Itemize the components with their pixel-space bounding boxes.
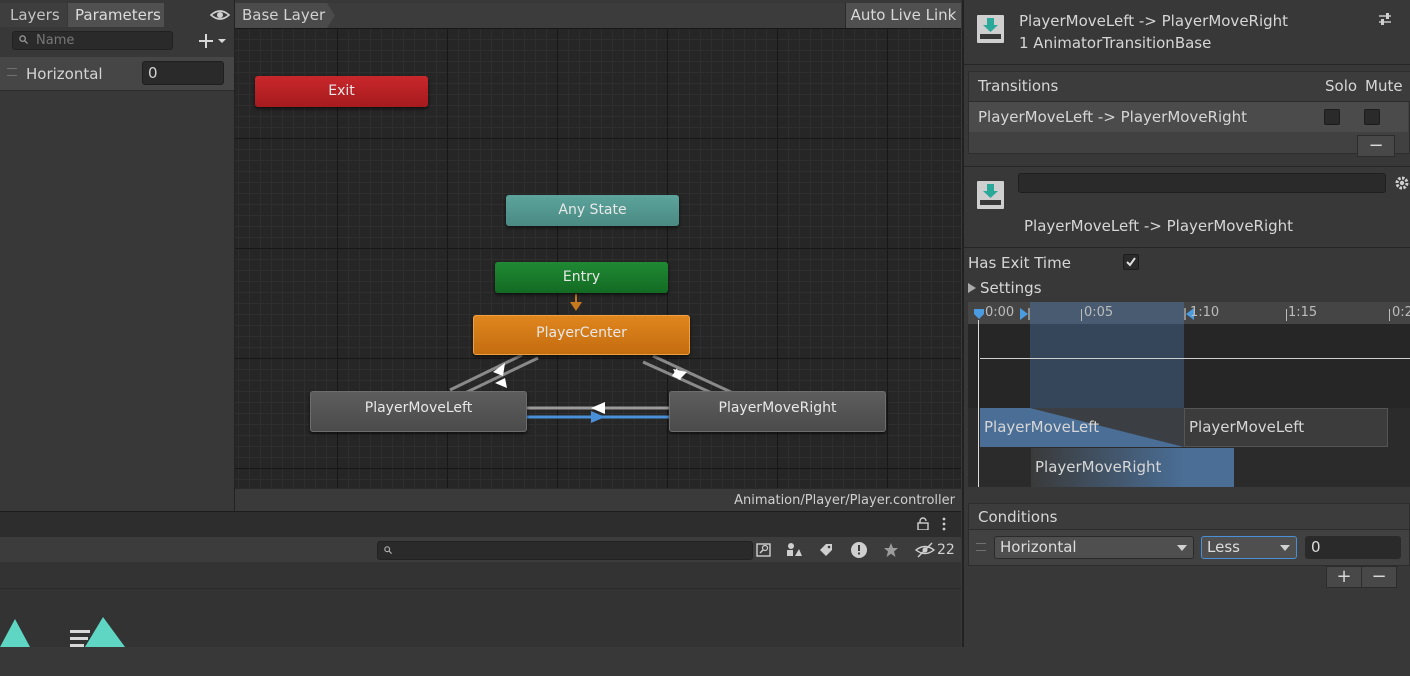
auto-live-link-button[interactable]: Auto Live Link [845, 3, 961, 28]
breadcrumb-label: Base Layer [242, 6, 326, 24]
hidden-packages-icon[interactable] [914, 540, 936, 560]
warning-icon[interactable] [850, 540, 868, 560]
transitions-header-label: Transitions [978, 77, 1059, 95]
sliders-icon[interactable] [1377, 11, 1393, 27]
project-tab-bar [0, 511, 961, 537]
remove-condition-button[interactable]: − [1361, 566, 1397, 588]
solo-header: Solo [1325, 77, 1358, 95]
transition-start-marker-icon[interactable] [1020, 308, 1030, 320]
destination-state-label: PlayerMoveRight [1035, 458, 1162, 476]
add-parameter-button[interactable] [196, 30, 232, 52]
entry-arrow-icon [570, 302, 582, 311]
mute-header: Mute [1365, 77, 1403, 95]
breadcrumb[interactable]: Base Layer [235, 3, 335, 28]
controller-path: Animation/Player/Player.controller [734, 493, 955, 508]
eye-icon[interactable] [209, 5, 231, 25]
node-player-move-left[interactable]: PlayerMoveLeft [310, 391, 527, 432]
search-icon [384, 546, 392, 554]
parameter-name: Horizontal [26, 65, 103, 83]
parameter-search-input[interactable]: Name [12, 31, 173, 50]
chevron-down-icon [1177, 545, 1187, 551]
inspector-title: PlayerMoveLeft -> PlayerMoveRight [1019, 12, 1289, 30]
condition-parameter-dropdown[interactable]: Horizontal [994, 536, 1194, 559]
remove-transition-button[interactable]: − [1357, 135, 1395, 157]
filter-by-label-icon[interactable] [817, 540, 835, 560]
settings-foldout[interactable]: Settings [980, 278, 1042, 298]
animator-transition-icon [976, 180, 1005, 210]
node-exit[interactable]: Exit [255, 76, 428, 107]
has-exit-time-label: Has Exit Time [968, 254, 1071, 272]
playhead-marker-icon[interactable] [973, 308, 985, 320]
tick-label: 1:15 [1288, 305, 1318, 320]
transition-row-label: PlayerMoveLeft -> PlayerMoveRight [978, 108, 1248, 126]
parameter-row[interactable]: Horizontal 0 [0, 57, 234, 91]
drag-handle-icon[interactable] [7, 68, 17, 76]
destination-state-bar[interactable]: PlayerMoveRight [1031, 448, 1234, 487]
tab-layers[interactable]: Layers [0, 3, 67, 27]
controller-path-bar: Animation/Player/Player.controller [235, 488, 961, 512]
node-any-state[interactable]: Any State [506, 195, 679, 226]
tab-parameters[interactable]: Parameters [68, 3, 164, 27]
lock-icon[interactable] [917, 517, 929, 531]
hidden-count: 22 [937, 542, 955, 558]
transition-name-field[interactable] [1018, 173, 1386, 193]
project-body [0, 562, 961, 647]
drag-handle-icon[interactable] [976, 543, 986, 551]
source-state-bar[interactable]: PlayerMoveLeft [980, 408, 1184, 447]
triangle-right-icon[interactable] [968, 281, 976, 293]
condition-threshold-field[interactable]: 0 [1305, 536, 1401, 559]
timeline-curve-area [968, 324, 1410, 408]
source-state-label: PlayerMoveLeft [1189, 418, 1305, 436]
parameter-curve [980, 358, 1410, 359]
tick-label: 0:05 [1084, 305, 1114, 320]
inspector-subtitle: 1 AnimatorTransitionBase [1019, 34, 1212, 52]
add-condition-button[interactable]: + [1326, 566, 1362, 588]
solo-checkbox[interactable] [1324, 109, 1340, 125]
favorite-star-icon[interactable] [882, 540, 900, 560]
search-window-icon[interactable] [755, 540, 773, 560]
animator-transition-icon [976, 14, 1005, 44]
tick-label: 1:10 [1190, 305, 1220, 320]
playhead-line [978, 320, 979, 487]
conditions-header: Conditions [978, 508, 1058, 526]
search-icon [19, 35, 28, 44]
animator-graph[interactable]: Exit Any State Entry PlayerCenter Player… [235, 28, 961, 488]
selected-transition-name: PlayerMoveLeft -> PlayerMoveRight [1024, 217, 1294, 235]
arrow-down-icon [495, 378, 507, 388]
filter-by-type-icon[interactable] [785, 540, 803, 560]
node-entry[interactable]: Entry [495, 262, 668, 293]
source-state-bar-continuation[interactable]: PlayerMoveLeft [1184, 408, 1388, 447]
chevron-down-icon [1280, 545, 1290, 551]
tick-label: 0:00 [985, 305, 1015, 320]
source-state-label: PlayerMoveLeft [984, 418, 1100, 436]
parameter-value-field[interactable]: 0 [142, 61, 224, 85]
has-exit-time-checkbox[interactable] [1123, 254, 1139, 270]
mute-checkbox[interactable] [1364, 109, 1380, 125]
asset-thumbnail-icons [0, 617, 125, 647]
gear-icon[interactable] [1394, 175, 1410, 191]
search-placeholder: Name [36, 33, 75, 48]
condition-mode-dropdown[interactable]: Less [1201, 536, 1297, 559]
more-options-icon[interactable] [941, 517, 947, 531]
node-player-move-right[interactable]: PlayerMoveRight [669, 391, 886, 432]
project-search-input[interactable] [377, 541, 753, 560]
checkmark-icon [1126, 257, 1136, 267]
tick-label: 0:2 [1392, 305, 1410, 320]
node-player-center[interactable]: PlayerCenter [473, 315, 690, 355]
